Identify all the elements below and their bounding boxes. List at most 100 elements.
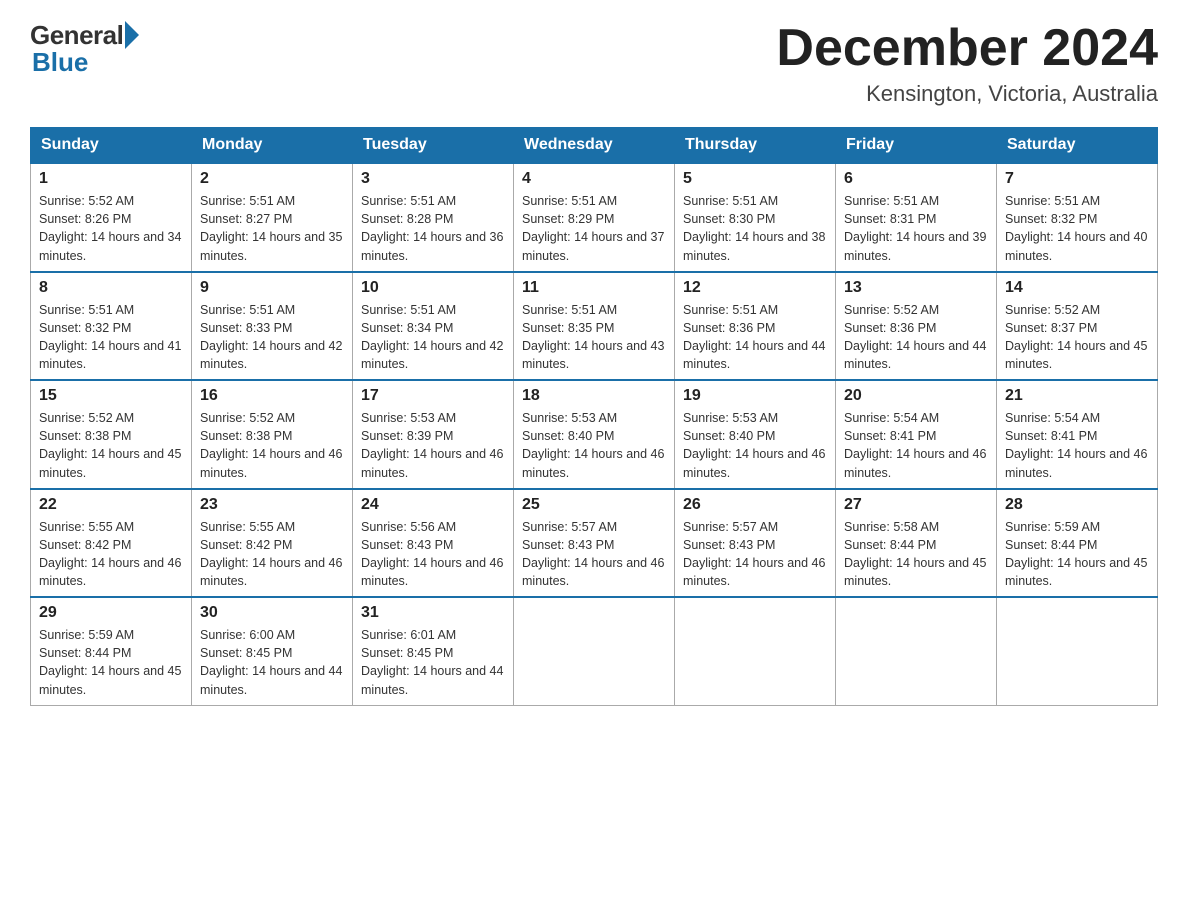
day-sun-info: Sunrise: 5:53 AMSunset: 8:40 PMDaylight:…	[683, 409, 827, 482]
calendar-cell: 15 Sunrise: 5:52 AMSunset: 8:38 PMDayligh…	[31, 380, 192, 489]
calendar-week-row: 8 Sunrise: 5:51 AMSunset: 8:32 PMDaylight…	[31, 272, 1158, 381]
calendar-cell	[675, 597, 836, 705]
day-sun-info: Sunrise: 5:55 AMSunset: 8:42 PMDaylight:…	[200, 518, 344, 591]
day-number: 25	[522, 496, 666, 514]
calendar-cell: 22 Sunrise: 5:55 AMSunset: 8:42 PMDayligh…	[31, 489, 192, 598]
calendar-cell: 11 Sunrise: 5:51 AMSunset: 8:35 PMDayligh…	[514, 272, 675, 381]
day-sun-info: Sunrise: 5:51 AMSunset: 8:32 PMDaylight:…	[39, 301, 183, 374]
day-sun-info: Sunrise: 5:59 AMSunset: 8:44 PMDaylight:…	[39, 626, 183, 699]
day-sun-info: Sunrise: 5:52 AMSunset: 8:36 PMDaylight:…	[844, 301, 988, 374]
calendar-cell: 31 Sunrise: 6:01 AMSunset: 8:45 PMDayligh…	[353, 597, 514, 705]
day-sun-info: Sunrise: 5:51 AMSunset: 8:29 PMDaylight:…	[522, 192, 666, 265]
calendar-cell: 26 Sunrise: 5:57 AMSunset: 8:43 PMDayligh…	[675, 489, 836, 598]
day-number: 22	[39, 496, 183, 514]
day-sun-info: Sunrise: 5:55 AMSunset: 8:42 PMDaylight:…	[39, 518, 183, 591]
day-number: 5	[683, 170, 827, 188]
day-number: 31	[361, 604, 505, 622]
day-sun-info: Sunrise: 5:51 AMSunset: 8:32 PMDaylight:…	[1005, 192, 1149, 265]
calendar-cell: 3Sunrise: 5:51 AMSunset: 8:28 PMDaylight…	[353, 163, 514, 272]
day-number: 19	[683, 387, 827, 405]
location-subtitle: Kensington, Victoria, Australia	[776, 81, 1158, 107]
calendar-cell: 12Sunrise: 5:51 AMSunset: 8:36 PMDayligh…	[675, 272, 836, 381]
calendar-header-friday: Friday	[836, 128, 997, 164]
calendar-header-sunday: Sunday	[31, 128, 192, 164]
day-sun-info: Sunrise: 5:52 AMSunset: 8:37 PMDaylight:…	[1005, 301, 1149, 374]
calendar-week-row: 15 Sunrise: 5:52 AMSunset: 8:38 PMDayligh…	[31, 380, 1158, 489]
calendar-cell: 8 Sunrise: 5:51 AMSunset: 8:32 PMDaylight…	[31, 272, 192, 381]
day-sun-info: Sunrise: 5:51 AMSunset: 8:34 PMDaylight:…	[361, 301, 505, 374]
calendar-cell: 5Sunrise: 5:51 AMSunset: 8:30 PMDaylight…	[675, 163, 836, 272]
calendar-cell: 16Sunrise: 5:52 AMSunset: 8:38 PMDayligh…	[192, 380, 353, 489]
calendar-header-wednesday: Wednesday	[514, 128, 675, 164]
title-section: December 2024 Kensington, Victoria, Aust…	[776, 20, 1158, 107]
calendar-header-row: SundayMondayTuesdayWednesdayThursdayFrid…	[31, 128, 1158, 164]
day-number: 8	[39, 279, 183, 297]
calendar-header-tuesday: Tuesday	[353, 128, 514, 164]
day-number: 26	[683, 496, 827, 514]
calendar-cell: 13 Sunrise: 5:52 AMSunset: 8:36 PMDayligh…	[836, 272, 997, 381]
day-sun-info: Sunrise: 5:52 AMSunset: 8:26 PMDaylight:…	[39, 192, 183, 265]
page-header: General Blue December 2024 Kensington, V…	[30, 20, 1158, 107]
day-number: 27	[844, 496, 988, 514]
day-number: 13	[844, 279, 988, 297]
day-sun-info: Sunrise: 6:00 AMSunset: 8:45 PMDaylight:…	[200, 626, 344, 699]
day-number: 1	[39, 170, 183, 188]
calendar-week-row: 22 Sunrise: 5:55 AMSunset: 8:42 PMDayligh…	[31, 489, 1158, 598]
logo: General Blue	[30, 20, 139, 78]
calendar-cell: 21 Sunrise: 5:54 AMSunset: 8:41 PMDayligh…	[997, 380, 1158, 489]
calendar-cell: 23 Sunrise: 5:55 AMSunset: 8:42 PMDayligh…	[192, 489, 353, 598]
day-number: 29	[39, 604, 183, 622]
day-number: 17	[361, 387, 505, 405]
day-sun-info: Sunrise: 5:53 AMSunset: 8:39 PMDaylight:…	[361, 409, 505, 482]
calendar-cell: 19 Sunrise: 5:53 AMSunset: 8:40 PMDayligh…	[675, 380, 836, 489]
day-sun-info: Sunrise: 6:01 AMSunset: 8:45 PMDaylight:…	[361, 626, 505, 699]
calendar-header-monday: Monday	[192, 128, 353, 164]
calendar-cell: 9 Sunrise: 5:51 AMSunset: 8:33 PMDaylight…	[192, 272, 353, 381]
logo-blue-text: Blue	[32, 47, 88, 78]
calendar-header-thursday: Thursday	[675, 128, 836, 164]
day-number: 14	[1005, 279, 1149, 297]
day-number: 11	[522, 279, 666, 297]
day-number: 15	[39, 387, 183, 405]
calendar-cell	[836, 597, 997, 705]
calendar-cell: 18Sunrise: 5:53 AMSunset: 8:40 PMDayligh…	[514, 380, 675, 489]
day-sun-info: Sunrise: 5:54 AMSunset: 8:41 PMDaylight:…	[1005, 409, 1149, 482]
calendar-week-row: 29 Sunrise: 5:59 AMSunset: 8:44 PMDayligh…	[31, 597, 1158, 705]
day-number: 2	[200, 170, 344, 188]
day-sun-info: Sunrise: 5:57 AMSunset: 8:43 PMDaylight:…	[522, 518, 666, 591]
day-number: 16	[200, 387, 344, 405]
calendar-cell: 7Sunrise: 5:51 AMSunset: 8:32 PMDaylight…	[997, 163, 1158, 272]
day-number: 9	[200, 279, 344, 297]
calendar-cell: 20Sunrise: 5:54 AMSunset: 8:41 PMDayligh…	[836, 380, 997, 489]
calendar-cell	[514, 597, 675, 705]
calendar-cell: 2 Sunrise: 5:51 AMSunset: 8:27 PMDaylight…	[192, 163, 353, 272]
day-number: 20	[844, 387, 988, 405]
day-number: 23	[200, 496, 344, 514]
day-number: 24	[361, 496, 505, 514]
calendar-cell: 27Sunrise: 5:58 AMSunset: 8:44 PMDayligh…	[836, 489, 997, 598]
day-number: 3	[361, 170, 505, 188]
day-sun-info: Sunrise: 5:51 AMSunset: 8:35 PMDaylight:…	[522, 301, 666, 374]
day-sun-info: Sunrise: 5:57 AMSunset: 8:43 PMDaylight:…	[683, 518, 827, 591]
day-number: 30	[200, 604, 344, 622]
day-number: 18	[522, 387, 666, 405]
calendar-cell	[997, 597, 1158, 705]
calendar-week-row: 1 Sunrise: 5:52 AMSunset: 8:26 PMDaylight…	[31, 163, 1158, 272]
calendar-cell: 1 Sunrise: 5:52 AMSunset: 8:26 PMDaylight…	[31, 163, 192, 272]
calendar-cell: 14 Sunrise: 5:52 AMSunset: 8:37 PMDayligh…	[997, 272, 1158, 381]
calendar-cell: 25 Sunrise: 5:57 AMSunset: 8:43 PMDayligh…	[514, 489, 675, 598]
day-number: 12	[683, 279, 827, 297]
calendar-cell: 10Sunrise: 5:51 AMSunset: 8:34 PMDayligh…	[353, 272, 514, 381]
calendar-cell: 30 Sunrise: 6:00 AMSunset: 8:45 PMDayligh…	[192, 597, 353, 705]
day-sun-info: Sunrise: 5:51 AMSunset: 8:27 PMDaylight:…	[200, 192, 344, 265]
day-sun-info: Sunrise: 5:59 AMSunset: 8:44 PMDaylight:…	[1005, 518, 1149, 591]
day-sun-info: Sunrise: 5:52 AMSunset: 8:38 PMDaylight:…	[39, 409, 183, 482]
day-number: 21	[1005, 387, 1149, 405]
logo-arrow-icon	[125, 21, 139, 49]
calendar-cell: 17 Sunrise: 5:53 AMSunset: 8:39 PMDayligh…	[353, 380, 514, 489]
calendar-cell: 29 Sunrise: 5:59 AMSunset: 8:44 PMDayligh…	[31, 597, 192, 705]
month-title: December 2024	[776, 20, 1158, 77]
day-sun-info: Sunrise: 5:56 AMSunset: 8:43 PMDaylight:…	[361, 518, 505, 591]
day-sun-info: Sunrise: 5:51 AMSunset: 8:33 PMDaylight:…	[200, 301, 344, 374]
day-number: 28	[1005, 496, 1149, 514]
